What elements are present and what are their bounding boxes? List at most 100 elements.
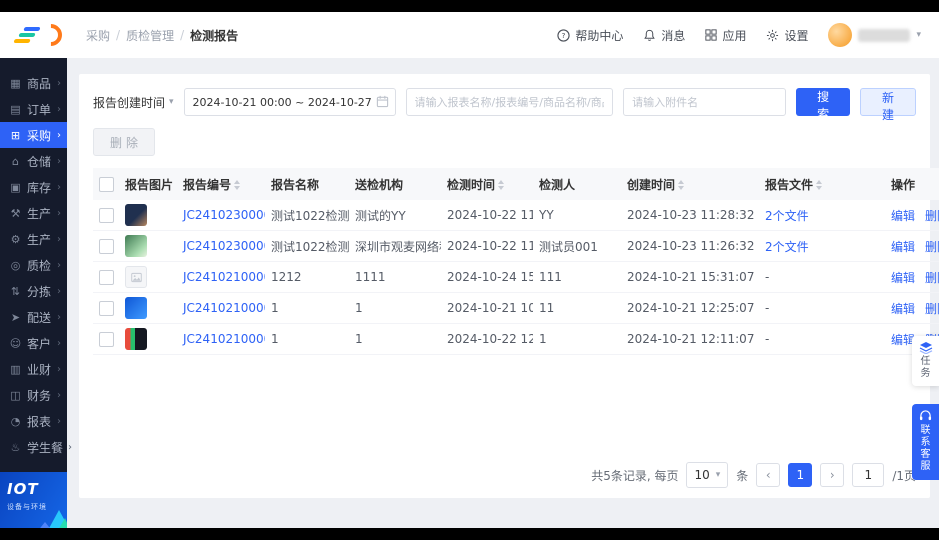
column-header[interactable]: 检测时间	[441, 168, 533, 200]
edit-link[interactable]: 编辑	[891, 302, 915, 316]
column-header[interactable]: 报告文件	[759, 168, 885, 200]
breadcrumb-separator: /	[116, 28, 121, 42]
inspection-org: 1	[349, 323, 441, 355]
chevron-right-icon: ›	[57, 285, 61, 297]
sort-icon[interactable]	[498, 180, 505, 190]
iot-logo-graphic	[40, 510, 67, 528]
avatar	[828, 23, 853, 47]
sort-icon[interactable]	[816, 180, 823, 190]
attachment-search-input[interactable]	[623, 88, 787, 116]
grid-icon: ▦	[10, 76, 21, 90]
row-checkbox[interactable]	[99, 269, 114, 285]
sort-icon[interactable]	[234, 180, 241, 190]
test-time: 2024-10-22 12:10:00	[441, 323, 533, 355]
chevron-right-icon: ›	[57, 181, 61, 193]
breadcrumb-item[interactable]: 采购	[86, 27, 110, 44]
report-no-link[interactable]: JC24102300006	[183, 208, 265, 222]
apps-button[interactable]: 应用	[705, 27, 746, 44]
report-list-card: 报告创建时间 ▾ 搜索 新建 删除	[79, 74, 939, 498]
chevron-right-icon: ›	[57, 363, 61, 375]
test-time: 2024-10-24 15:30:00	[441, 261, 533, 293]
report-name: 1212	[265, 261, 349, 293]
sidebar-item-student-meal[interactable]: ♨ 学生餐 ›	[0, 434, 72, 460]
delete-link[interactable]: 删除	[925, 271, 939, 285]
chevron-right-icon: ›	[57, 415, 61, 427]
tester: 1	[533, 323, 621, 355]
next-page-button[interactable]: ›	[820, 463, 845, 487]
sidebar-item-procurement[interactable]: ⊞ 采购 ›	[0, 122, 67, 148]
cart-icon: ⊞	[10, 128, 21, 142]
report-thumbnail[interactable]	[125, 204, 147, 226]
inspection-org: 1	[349, 292, 441, 324]
inspection-org: 测试的YY	[349, 200, 441, 231]
page-size-select[interactable]: 10 ▾	[686, 462, 729, 488]
task-tab-label: 任务	[920, 356, 931, 379]
row-checkbox[interactable]	[99, 300, 114, 316]
report-files-link[interactable]: 2个文件	[765, 240, 809, 254]
edit-link[interactable]: 编辑	[891, 271, 915, 285]
delete-link[interactable]: 删除	[925, 209, 939, 223]
delete-link[interactable]: 删除	[925, 240, 939, 254]
delete-link[interactable]: 删除	[925, 302, 939, 316]
sidebar-item-production-1[interactable]: ⚒ 生产 ›	[0, 200, 67, 226]
page-jump-input[interactable]	[852, 463, 885, 487]
edit-link[interactable]: 编辑	[891, 209, 915, 223]
report-files-link[interactable]: 2个文件	[765, 209, 809, 223]
task-panel-tab[interactable]: 任务	[912, 336, 939, 386]
sidebar-item-business-finance[interactable]: ▥ 业财 ›	[0, 356, 67, 382]
report-no-link[interactable]: JC24102100003	[183, 301, 265, 315]
sort-icon[interactable]	[678, 180, 685, 190]
table-row: JC24102100005 1212 1111 2024-10-24 15:30…	[93, 261, 939, 293]
report-thumbnail[interactable]	[125, 235, 147, 257]
sidebar-item-quality[interactable]: ◎ 质检 ›	[0, 252, 67, 278]
date-range-input[interactable]	[183, 88, 396, 116]
page-number-button[interactable]: 1	[788, 463, 813, 487]
sidebar-item-production-2[interactable]: ⚙ 生产 ›	[0, 226, 67, 252]
breadcrumb-current: 检测报告	[190, 28, 239, 43]
search-button[interactable]: 搜索	[796, 88, 851, 121]
report-thumbnail[interactable]	[125, 297, 147, 319]
sidebar-item-warehouse[interactable]: ⌂ 仓储 ›	[0, 148, 67, 174]
user-account[interactable]: ▾	[828, 23, 921, 47]
sidebar-item-sorting[interactable]: ⇅ 分拣 ›	[0, 278, 67, 304]
sidebar-item-orders[interactable]: ▤ 订单 ›	[0, 96, 67, 122]
report-files-empty: -	[759, 323, 885, 355]
chevron-down-icon: ▾	[916, 30, 921, 40]
report-no-link[interactable]: JC24102100001	[183, 332, 265, 346]
iot-logo-block[interactable]: IOT 设备与环境	[0, 472, 67, 528]
sidebar-item-customers[interactable]: ☺ 客户 ›	[0, 330, 67, 356]
sidebar-item-delivery[interactable]: ➤ 配送 ›	[0, 304, 67, 330]
date-type-select[interactable]: 报告创建时间 ▾	[93, 94, 174, 111]
chart-icon: ◔	[10, 414, 21, 428]
column-header[interactable]: 报告编号	[177, 168, 265, 200]
sidebar-item-inventory[interactable]: ▣ 库存 ›	[0, 174, 67, 200]
help-center-button[interactable]: ? 帮助中心	[557, 27, 623, 44]
column-header[interactable]: 创建时间	[621, 168, 759, 200]
edit-link[interactable]: 编辑	[891, 240, 915, 254]
new-button[interactable]: 新建	[860, 88, 916, 122]
breadcrumb-item[interactable]: 质检管理	[126, 27, 174, 44]
row-checkbox[interactable]	[99, 331, 114, 347]
messages-button[interactable]: 消息	[643, 27, 685, 44]
bulk-delete-button[interactable]: 删除	[93, 128, 156, 156]
sidebar-item-reports[interactable]: ◔ 报表 ›	[0, 408, 67, 434]
row-checkbox[interactable]	[99, 207, 114, 223]
sidebar-item-goods[interactable]: ▦ 商品 ›	[0, 70, 67, 96]
report-no-link[interactable]: JC24102300005	[183, 239, 265, 253]
company-logo[interactable]	[0, 12, 78, 58]
table-row: JC24102300005 测试1022检测报告 深圳市观麦网络科技 2024-…	[93, 230, 939, 262]
customer-service-tab[interactable]: 联系客服	[912, 404, 939, 480]
sidebar-item-finance[interactable]: ◫ 财务 ›	[0, 382, 67, 408]
chevron-right-icon: ›	[68, 441, 73, 453]
keyword-search-input[interactable]	[405, 88, 614, 116]
settings-button[interactable]: 设置	[766, 27, 808, 44]
created-time: 2024-10-23 11:26:32	[621, 230, 759, 262]
prev-page-button[interactable]: ‹	[756, 463, 781, 487]
select-all-checkbox[interactable]	[99, 176, 114, 192]
row-checkbox[interactable]	[99, 238, 114, 254]
svg-text:?: ?	[562, 31, 566, 40]
report-thumbnail[interactable]	[125, 328, 147, 350]
report-thumbnail-placeholder[interactable]	[125, 266, 147, 288]
chevron-right-icon: ›	[57, 155, 61, 167]
report-no-link[interactable]: JC24102100005	[183, 270, 265, 284]
